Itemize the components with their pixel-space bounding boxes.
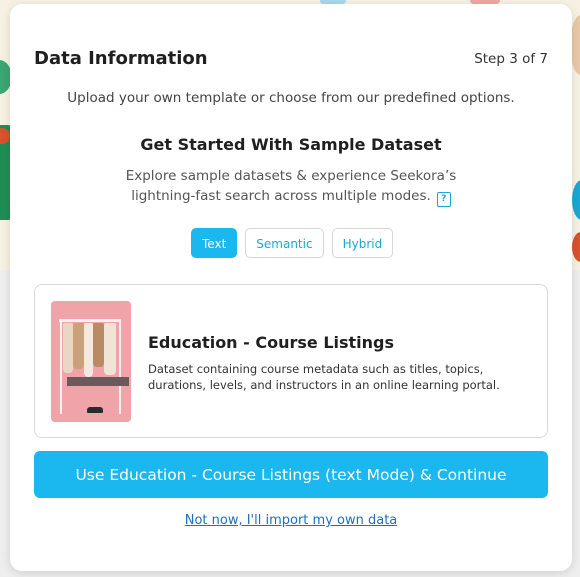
mode-text-button[interactable]: Text [191,228,238,258]
thumbnail-garment [73,323,84,369]
search-mode-selector: Text Semantic Hybrid [191,228,394,258]
dataset-description: Dataset containing course metadata such … [148,362,500,392]
modal-title: Data Information [34,48,208,69]
mode-hybrid-button[interactable]: Hybrid [331,228,394,258]
thumbnail-shoe [87,407,103,413]
dataset-title: Education - Course Listings [148,333,395,352]
mode-semantic-button[interactable]: Semantic [245,228,324,258]
section-description-text: Explore sample datasets & experience See… [125,168,457,204]
thumbnail-garment [84,323,93,377]
thumbnail-garment [93,323,104,367]
thumbnail-rack-leg [119,319,121,414]
data-information-modal: Data Information Step 3 of 7 Upload your… [10,4,572,571]
section-title: Get Started With Sample Dataset [140,135,442,154]
thumbnail-label [67,377,129,386]
continue-button[interactable]: Use Education - Course Listings (text Mo… [34,451,548,498]
thumbnail-garment [63,323,73,373]
import-own-data-link[interactable]: Not now, I'll import my own data [10,513,572,528]
section-description: Explore sample datasets & experience See… [96,166,486,207]
dataset-thumbnail [51,301,131,422]
thumbnail-garment [104,323,116,375]
help-icon[interactable]: ? [436,192,451,207]
thumbnail-rack-rail [59,319,121,322]
modal-subtitle: Upload your own template or choose from … [67,90,515,106]
step-indicator: Step 3 of 7 [474,51,548,67]
dataset-card[interactable]: Education - Course Listings Dataset cont… [34,284,548,438]
thumbnail-rack-leg [60,319,62,414]
